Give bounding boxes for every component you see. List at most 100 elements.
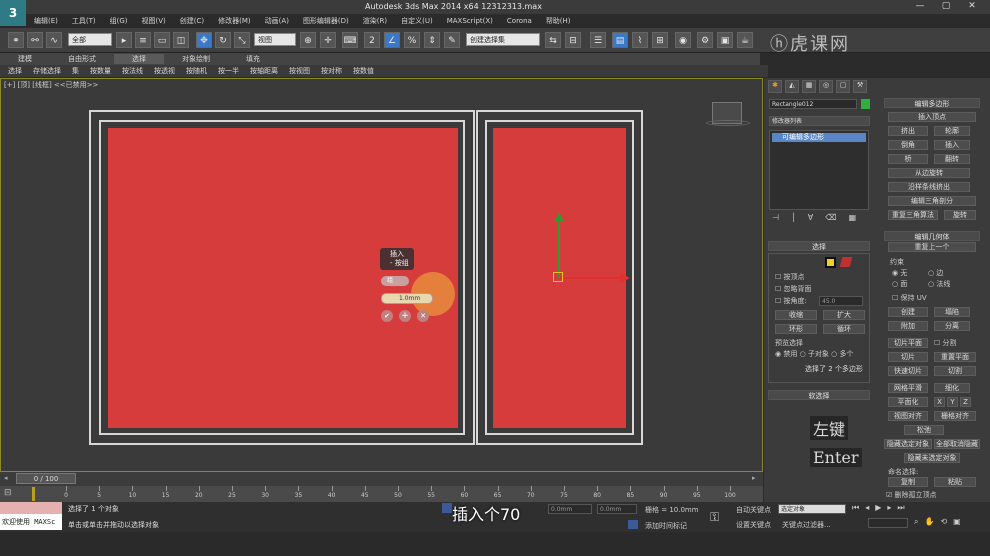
next-key-icon[interactable]: ▸ bbox=[887, 503, 891, 515]
extrude-button[interactable]: 挤出 bbox=[888, 126, 928, 136]
schematic-view-icon[interactable]: ⊞ bbox=[652, 32, 668, 48]
ok-icon[interactable]: ✔ bbox=[381, 310, 393, 322]
menu-group[interactable]: 组(G) bbox=[110, 16, 128, 26]
curve-editor-icon[interactable]: ⌇ bbox=[632, 32, 648, 48]
set-key-button[interactable]: 设置关键点 bbox=[736, 520, 771, 530]
orbit-icon[interactable]: ⟲ bbox=[940, 517, 947, 529]
hinge-from-edge-button[interactable]: 从边旋转 bbox=[888, 168, 970, 178]
track-bar[interactable]: ⊟ 0 5 10 15 20 25 30 35 40 45 50 55 60 65 70 75 80 85 90 95… bbox=[0, 486, 763, 502]
graphite-toggle-icon[interactable]: ▤ bbox=[612, 32, 628, 48]
menu-corona[interactable]: Corona bbox=[507, 17, 532, 25]
stack-item-edit-poly[interactable]: 可编辑多边形 bbox=[772, 133, 866, 142]
constraint-edge-radio[interactable]: ○ 边 bbox=[928, 268, 943, 278]
zoom-icon[interactable]: ⌕ bbox=[914, 517, 918, 529]
lock-selection-icon[interactable] bbox=[442, 503, 452, 513]
named-selection-dropdown[interactable]: 创建选择集 bbox=[466, 33, 540, 46]
relax-button[interactable]: 松弛 bbox=[904, 425, 944, 435]
window-crossing-icon[interactable]: ◫ bbox=[173, 32, 189, 48]
play-icon[interactable]: ▶ bbox=[875, 503, 881, 515]
preview-multi-radio[interactable]: ○ 多个 bbox=[831, 350, 853, 358]
menu-modifiers[interactable]: 修改器(M) bbox=[218, 16, 251, 26]
cmd-by-pivot-distance[interactable]: 按轴距离 bbox=[250, 66, 278, 76]
shrink-button[interactable]: 收缩 bbox=[775, 310, 817, 320]
tessellate-button[interactable]: 细化 bbox=[934, 383, 970, 393]
edit-geometry-header[interactable]: 编辑几何体 bbox=[884, 231, 980, 241]
next-frame-icon[interactable]: ▸ bbox=[752, 474, 756, 482]
render-setup-icon[interactable]: ⚙ bbox=[697, 32, 713, 48]
menu-create[interactable]: 创建(C) bbox=[180, 16, 204, 26]
menu-animation[interactable]: 动画(A) bbox=[265, 16, 289, 26]
gizmo-plane-handle[interactable] bbox=[553, 272, 563, 282]
layer-manager-icon[interactable]: ☰ bbox=[590, 32, 606, 48]
menu-tools[interactable]: 工具(T) bbox=[72, 16, 96, 26]
collapse-button[interactable]: 塌陷 bbox=[934, 307, 970, 317]
gizmo-x-axis[interactable] bbox=[560, 277, 622, 279]
minimize-icon[interactable]: — bbox=[910, 1, 930, 13]
cmd-by-number[interactable]: 按数量 bbox=[90, 66, 111, 76]
coord-x-field[interactable]: 0.0mm bbox=[548, 504, 592, 514]
percent-snap-icon[interactable]: % bbox=[404, 32, 420, 48]
tab-freeform[interactable]: 自由形式 bbox=[50, 54, 114, 64]
object-color-swatch[interactable] bbox=[861, 99, 870, 109]
pivot-center-icon[interactable]: ⊕ bbox=[300, 32, 316, 48]
utilities-tab-icon[interactable]: ⚒ bbox=[853, 80, 867, 93]
coord-z-field[interactable]: 0.0mm bbox=[597, 504, 637, 514]
preserve-uv-checkbox[interactable]: ☐ 保持 UV bbox=[892, 293, 927, 303]
by-angle-checkbox[interactable]: ☐ 按角度: bbox=[775, 296, 807, 306]
go-to-end-icon[interactable]: ⏭ bbox=[897, 503, 904, 515]
add-time-tag[interactable]: 添加时间标记 bbox=[645, 521, 687, 531]
menu-customize[interactable]: 自定义(U) bbox=[401, 16, 433, 26]
reference-coord-dropdown[interactable]: 视图 bbox=[254, 33, 296, 46]
make-planar-button[interactable]: 平面化 bbox=[888, 397, 928, 407]
key-mode-dropdown[interactable]: 选定对象 bbox=[778, 504, 846, 514]
scale-icon[interactable]: ⤡ bbox=[234, 32, 250, 48]
paste-button[interactable]: 粘贴 bbox=[934, 477, 976, 487]
selection-filter-dropdown[interactable]: 全部 bbox=[68, 33, 112, 46]
keyboard-shortcut-icon[interactable]: ⌨ bbox=[342, 32, 358, 48]
select-manipulate-icon[interactable]: ✛ bbox=[320, 32, 336, 48]
show-end-result-icon[interactable]: │ bbox=[791, 213, 796, 223]
cmd-by-random[interactable]: 按随机 bbox=[186, 66, 207, 76]
mirror-icon[interactable]: ⇆ bbox=[545, 32, 561, 48]
menu-views[interactable]: 视图(V) bbox=[142, 16, 166, 26]
constraint-face-radio[interactable]: ○ 面 bbox=[892, 279, 907, 289]
edit-polygons-header[interactable]: 编辑多边形 bbox=[884, 98, 980, 108]
time-slider-track[interactable]: 0 / 100 ◂ ▸ bbox=[0, 472, 763, 486]
menu-help[interactable]: 帮助(H) bbox=[546, 16, 571, 26]
prev-key-icon[interactable]: ◂ bbox=[865, 503, 869, 515]
pan-icon[interactable]: ✋ bbox=[924, 517, 934, 529]
apply-icon[interactable]: + bbox=[399, 310, 411, 322]
modifier-list-dropdown[interactable]: 修改器列表 bbox=[769, 116, 870, 126]
key-filters-button[interactable]: 关键点过滤器... bbox=[782, 520, 831, 530]
angle-spinner[interactable]: 45.0 bbox=[819, 296, 863, 306]
motion-tab-icon[interactable]: ◎ bbox=[819, 80, 833, 93]
edit-triangulation-button[interactable]: 编辑三角剖分 bbox=[888, 196, 976, 206]
inset-button[interactable]: 插入 bbox=[934, 140, 970, 150]
insert-vertex-button[interactable]: 插入顶点 bbox=[888, 112, 976, 122]
close-icon[interactable]: ✕ bbox=[962, 1, 982, 13]
viewcube-ring[interactable] bbox=[706, 120, 750, 126]
slice-plane-button[interactable]: 切片平面 bbox=[888, 338, 928, 348]
render-icon[interactable]: ☕ bbox=[737, 32, 753, 48]
slice-button[interactable]: 切片 bbox=[888, 352, 928, 362]
material-editor-icon[interactable]: ◉ bbox=[675, 32, 691, 48]
planar-y-button[interactable]: Y bbox=[947, 397, 958, 407]
tab-populate[interactable]: 填充 bbox=[228, 54, 278, 64]
menu-graph-editors[interactable]: 图形编辑器(D) bbox=[303, 16, 349, 26]
maximize-icon[interactable]: ▢ bbox=[936, 1, 956, 13]
cmd-by-half[interactable]: 按一半 bbox=[218, 66, 239, 76]
menu-maxscript[interactable]: MAXScript(X) bbox=[447, 17, 493, 25]
rotate-icon[interactable]: ↻ bbox=[215, 32, 231, 48]
reset-plane-button[interactable]: 重置平面 bbox=[934, 352, 976, 362]
copy-button[interactable]: 复制 bbox=[888, 477, 928, 487]
inset-type-dropdown[interactable]: 组 bbox=[381, 276, 409, 286]
hide-selected-button[interactable]: 隐藏选定对象 bbox=[884, 439, 932, 449]
go-to-start-icon[interactable]: ⏮ bbox=[852, 503, 859, 515]
inset-amount-spinner[interactable]: 1.0mm bbox=[381, 293, 433, 304]
bevel-button[interactable]: 倒角 bbox=[888, 140, 928, 150]
ignore-backfacing-checkbox[interactable]: ☐ 忽略背面 bbox=[775, 284, 812, 294]
constraint-normal-radio[interactable]: ○ 法线 bbox=[928, 279, 950, 289]
cmd-by-symmetry[interactable]: 按对称 bbox=[321, 66, 342, 76]
bridge-button[interactable]: 桥 bbox=[888, 154, 928, 164]
meshsmooth-button[interactable]: 网格平滑 bbox=[888, 383, 928, 393]
